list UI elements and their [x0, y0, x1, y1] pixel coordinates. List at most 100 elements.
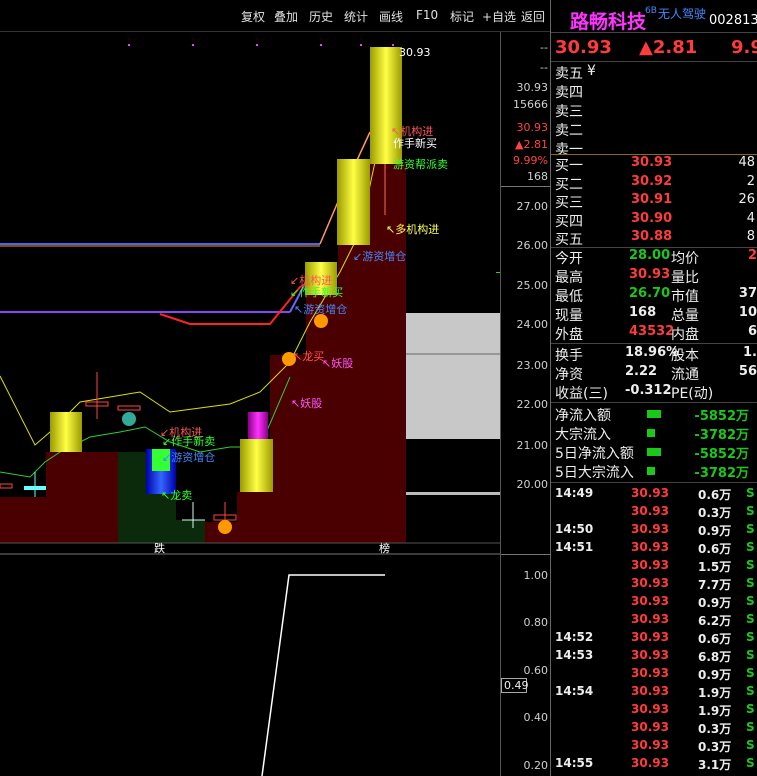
lower-tick-1: 1.00 — [523, 569, 549, 582]
sell2-label: 卖二 — [555, 123, 583, 139]
stat2-value-2: 56 — [738, 364, 757, 379]
trade-volume: 0.9万 — [698, 668, 732, 682]
trade-volume: 6.8万 — [698, 650, 732, 664]
trade-price: 30.93 — [631, 684, 669, 698]
trade-price: 30.93 — [631, 504, 669, 518]
buy-price: 30.91 — [631, 192, 673, 207]
stat-value: 30.93 — [629, 267, 671, 282]
flow-value: -5852万 — [694, 447, 749, 462]
stat-value: 168 — [629, 305, 657, 320]
trade-time: 14:52 — [555, 630, 594, 644]
lower-value-box: 0.49 — [501, 678, 529, 693]
trade-volume: 0.6万 — [698, 488, 732, 502]
tick-27: 27.00 — [516, 200, 549, 213]
stat2-value: -0.312 — [625, 383, 672, 398]
trade-side: S — [746, 522, 755, 536]
stat2-label: 换手 — [555, 348, 583, 364]
stat-value: 26.70 — [629, 286, 671, 301]
magenta-candle — [248, 412, 268, 439]
buy-volume: 26 — [738, 192, 755, 207]
stock-terminal: { "toolbar": { "items": ["复权","叠加","历史",… — [0, 0, 757, 776]
axis-red-price: 30.93 — [516, 121, 549, 134]
kline-chart[interactable]: 跌 榜 ↖机构进 作手新买 游资帮派卖 ↖多机构进 ↙游资增仓 ↙机构进 ↙作手… — [0, 32, 500, 776]
toolbar-biaoji[interactable]: 标记 — [450, 8, 474, 25]
toolbar-f10[interactable]: F10 — [416, 8, 438, 22]
toolbar-fanhui[interactable]: 返回 — [521, 8, 545, 25]
axis-red-pct: 9.99% — [513, 154, 548, 167]
yellow-candle — [337, 159, 370, 245]
label-a7: ↙作手新买 — [290, 286, 344, 299]
lower-line — [261, 574, 385, 776]
bg-bar — [306, 294, 338, 543]
toolbar-zixuan[interactable]: +自选 — [482, 8, 516, 25]
axis-vol: 15666 — [513, 98, 548, 111]
stat-value-2: 6 — [747, 324, 757, 339]
trade-side: S — [746, 702, 755, 716]
toolbar-huaxian[interactable]: 画线 — [379, 8, 403, 25]
buy-volume: 48 — [738, 155, 755, 170]
trade-side: S — [746, 630, 755, 644]
tick-25: 25.00 — [516, 279, 549, 292]
toolbar-tongji[interactable]: 统计 — [344, 8, 368, 25]
flow-value: -3782万 — [694, 466, 749, 481]
tick-26: 26.00 — [516, 239, 549, 252]
toolbar-lishi[interactable]: 历史 — [309, 8, 333, 25]
trade-volume: 7.7万 — [698, 578, 732, 592]
trade-price: 30.93 — [631, 558, 669, 572]
badge-icon — [122, 412, 136, 426]
trade-time: 14:55 — [555, 756, 594, 770]
axis-cur: 168 — [527, 170, 548, 183]
trade-price: 30.93 — [631, 594, 669, 608]
tick-20: 20.00 — [516, 478, 549, 491]
trade-volume: 0.6万 — [698, 542, 732, 556]
price-change: ▲2.81 — [639, 37, 698, 58]
trade-side: S — [746, 540, 755, 554]
top-dots — [128, 44, 394, 46]
stat2-label-2: 流通 — [671, 367, 699, 383]
trade-time: 14:51 — [555, 540, 594, 554]
stat-value-2: 2 — [747, 248, 757, 263]
trade-volume: 0.3万 — [698, 722, 732, 736]
trade-price: 30.93 — [631, 540, 669, 554]
stock-name: 路畅科技 — [570, 11, 647, 33]
trade-side: S — [746, 576, 755, 590]
stat-value-2: 10 — [738, 305, 757, 320]
tick-23: 23.00 — [516, 359, 549, 372]
axis-marker — [496, 272, 500, 273]
trade-price: 30.93 — [631, 720, 669, 734]
label-a5: ↙游资增仓 — [353, 250, 407, 263]
stat2-value: 2.22 — [625, 364, 658, 379]
toolbar-diejia[interactable]: 叠加 — [274, 8, 298, 25]
buy-price: 30.93 — [631, 155, 673, 170]
stat-label-2: 总量 — [671, 308, 699, 324]
trade-side: S — [746, 594, 755, 608]
axis-top-label: 30.93 — [399, 46, 431, 59]
label-die: 跌 — [154, 542, 165, 555]
buy-label: 买五 — [555, 232, 583, 248]
flow-bar — [647, 429, 655, 437]
lower-tick-02: 0.20 — [523, 759, 549, 772]
trade-price: 30.93 — [631, 630, 669, 644]
quote-panel: 路畅科技 6B 无人驾驶 002813 30.93 ▲2.81 9.9 卖五 ¥… — [550, 0, 757, 776]
trade-volume: 1.5万 — [698, 560, 732, 574]
buy-volume: 4 — [746, 210, 755, 226]
trade-side: S — [746, 612, 755, 626]
buy-label: 买四 — [555, 213, 583, 230]
tick-21: 21.00 — [516, 439, 549, 452]
trade-side: S — [746, 558, 755, 572]
toolbar-fuquan[interactable]: 复权 — [241, 8, 265, 25]
label-a4: ↖多机构进 — [386, 223, 440, 236]
tick-24: 24.00 — [516, 318, 549, 331]
sell4-label: 卖四 — [555, 85, 583, 101]
label-a9: ↖龙买 — [293, 350, 325, 363]
trade-side: S — [746, 486, 755, 500]
trade-time: 14:53 — [555, 648, 594, 662]
current-price: 30.93 — [555, 37, 612, 58]
gray-line — [406, 492, 500, 495]
chart-toolbar: 复权 叠加 历史 统计 画线 F10 标记 +自选 返回 — [0, 0, 550, 45]
axis-dash2: -- — [540, 61, 548, 74]
header-divider — [551, 32, 757, 33]
buy-label: 买三 — [555, 195, 583, 211]
trade-price: 30.93 — [631, 702, 669, 716]
trade-volume: 0.3万 — [698, 506, 732, 520]
